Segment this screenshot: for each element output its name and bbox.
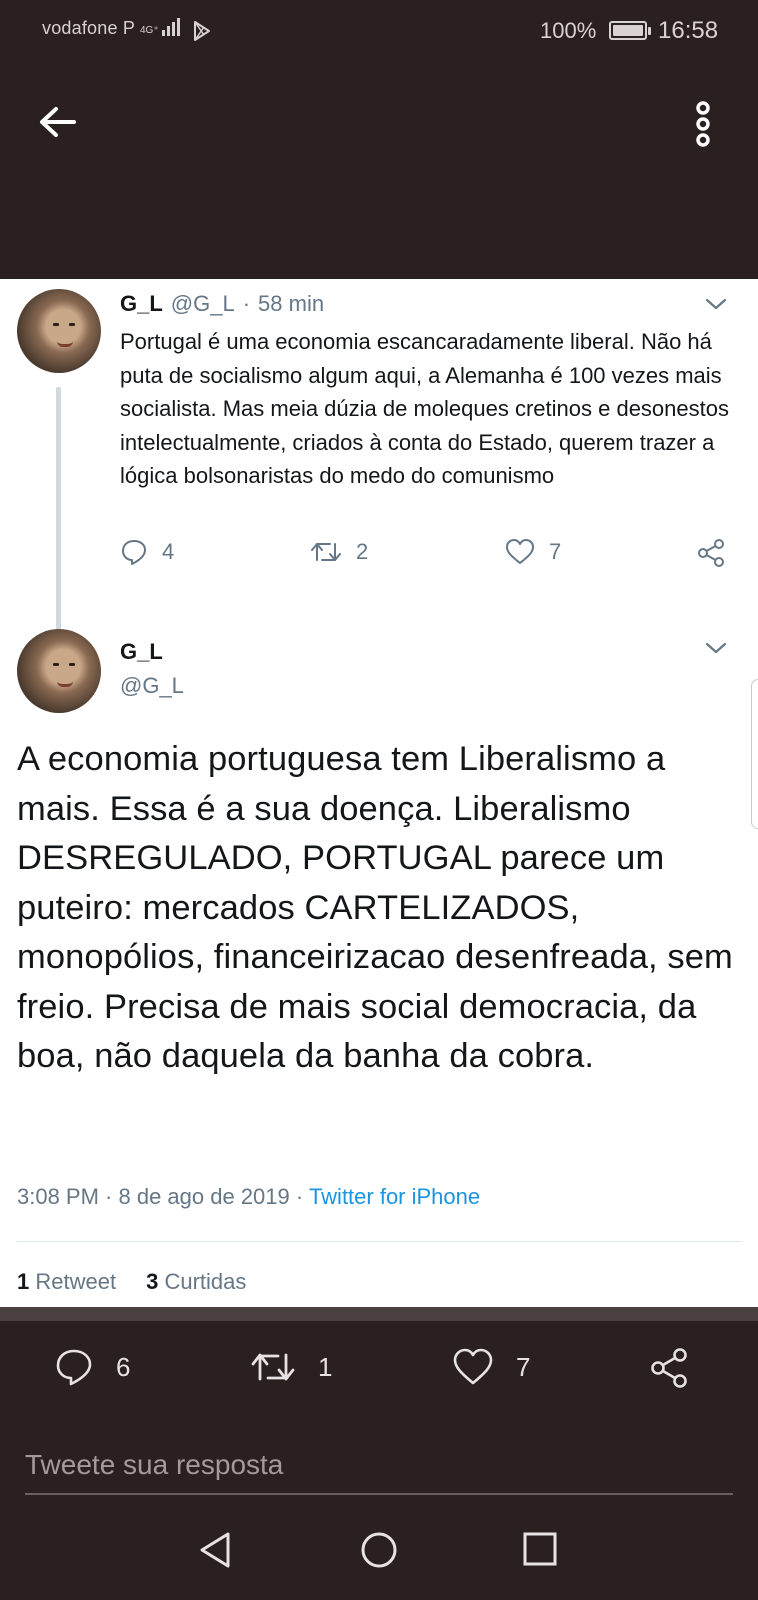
nav-recents-icon[interactable] xyxy=(522,1531,558,1567)
more-vertical-icon[interactable] xyxy=(685,98,721,150)
tweet-thread: G_L @G_L · 58 min Portugal é uma economi… xyxy=(0,279,758,1307)
retweet-button[interactable]: 1 xyxy=(250,1347,332,1387)
retweet-label: Retweet xyxy=(35,1269,117,1294)
heart-icon xyxy=(506,539,534,564)
thread-connector xyxy=(56,387,61,630)
nav-back-icon[interactable] xyxy=(198,1531,232,1569)
signal-indicator: 4G⁺ xyxy=(140,16,180,36)
battery-icon xyxy=(609,21,651,40)
chevron-down-icon[interactable] xyxy=(705,297,727,311)
reply-button[interactable]: 4 xyxy=(120,538,174,566)
tweet-timestamp: 3:08 PM · 8 de ago de 2019 xyxy=(17,1184,290,1209)
like-label: Curtidas xyxy=(164,1269,247,1294)
network-type: 4G⁺ xyxy=(140,25,159,36)
retweets-stat[interactable]: 1 Retweet xyxy=(17,1269,116,1294)
system-nav-bar xyxy=(0,1511,758,1600)
avatar[interactable] xyxy=(17,629,101,713)
retweet-count: 1 xyxy=(318,1351,333,1382)
reply-count: 6 xyxy=(116,1351,131,1382)
reply-icon xyxy=(122,540,146,565)
author-handle[interactable]: @G_L xyxy=(171,291,235,317)
avatar[interactable] xyxy=(17,289,101,373)
likes-stat[interactable]: 3 Curtidas xyxy=(146,1269,246,1294)
scrollbar[interactable] xyxy=(751,679,758,829)
play-store-icon xyxy=(194,21,210,41)
like-button[interactable]: 7 xyxy=(505,538,561,566)
arrow-left-icon[interactable] xyxy=(36,100,80,144)
retweet-total: 1 xyxy=(17,1269,30,1294)
author-handle[interactable]: @G_L xyxy=(120,673,184,699)
retweet-icon xyxy=(311,543,341,561)
tweet-header: G_L @G_L · 58 min xyxy=(120,291,324,317)
app-bar xyxy=(0,64,758,279)
like-count: 7 xyxy=(516,1351,531,1382)
main-tweet-text: A economia portuguesa tem Liberalismo a … xyxy=(17,740,733,1075)
share-icon xyxy=(651,1348,687,1388)
separator-dot: · xyxy=(242,291,251,316)
like-total: 3 xyxy=(146,1269,159,1294)
battery-percent: 100% xyxy=(540,18,597,43)
status-bar: vodafone P 4G⁺ 100% 16:58 xyxy=(0,0,758,64)
retweet-icon xyxy=(251,1353,295,1381)
share-button[interactable] xyxy=(648,1347,690,1389)
tweet-actions: 4 2 7 xyxy=(120,533,750,573)
share-button[interactable] xyxy=(696,538,726,568)
tweet-time: 58 min xyxy=(258,291,325,316)
author-name[interactable]: G_L xyxy=(120,639,163,665)
tweet-meta: 3:08 PM · 8 de ago de 2019 · Twitter for… xyxy=(17,1184,480,1210)
tweet-stats: 1 Retweet 3 Curtidas xyxy=(17,1269,246,1295)
divider xyxy=(17,1241,742,1242)
status-clock: 16:58 xyxy=(658,17,719,44)
heart-icon xyxy=(453,1348,493,1385)
like-count: 7 xyxy=(549,539,562,564)
separator-bar xyxy=(0,1307,758,1321)
reply-count: 4 xyxy=(162,539,175,564)
retweet-count: 2 xyxy=(356,539,369,564)
tweet-source-link[interactable]: Twitter for iPhone xyxy=(309,1184,480,1209)
reply-input[interactable] xyxy=(25,1437,733,1495)
share-icon xyxy=(698,539,724,567)
reply-button[interactable]: 6 xyxy=(54,1347,130,1387)
tweet-text: Portugal é uma economia escancaradamente… xyxy=(120,329,729,488)
carrier-name: vodafone P xyxy=(42,18,136,38)
separator-dot: · xyxy=(295,1184,304,1209)
reply-icon xyxy=(56,1349,92,1386)
nav-home-icon[interactable] xyxy=(360,1531,398,1569)
bottom-panel: 6 1 7 xyxy=(0,1321,758,1600)
retweet-button[interactable]: 2 xyxy=(310,538,368,566)
like-button[interactable]: 7 xyxy=(452,1347,530,1387)
chevron-down-icon[interactable] xyxy=(705,641,727,655)
signal-bars-icon xyxy=(161,16,180,36)
author-name[interactable]: G_L xyxy=(120,291,163,317)
